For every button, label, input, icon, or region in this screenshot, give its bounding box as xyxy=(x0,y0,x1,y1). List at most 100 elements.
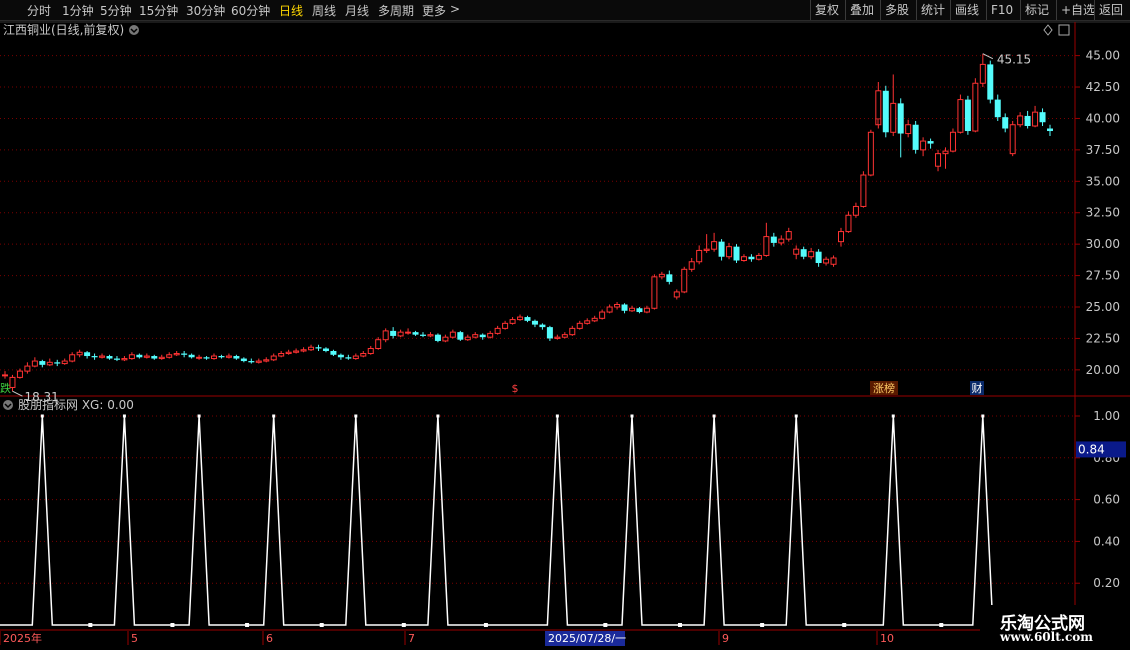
tool-button-0[interactable]: 复权 xyxy=(810,0,845,20)
candle-body xyxy=(345,357,352,359)
period-tab-3[interactable]: 15分钟 xyxy=(139,2,178,19)
price-tick-label: 27.50 xyxy=(1086,269,1120,283)
indicator-dropdown-icon[interactable] xyxy=(3,400,13,410)
indicator-line xyxy=(0,415,1075,626)
tool-button-8[interactable]: 返回 xyxy=(1094,0,1130,20)
candle-body xyxy=(740,256,747,261)
candle-body xyxy=(517,316,524,321)
candle-body xyxy=(375,339,382,349)
candle-body xyxy=(808,251,815,258)
period-tab-1[interactable]: 1分钟 xyxy=(62,2,94,19)
candle-body xyxy=(942,150,949,155)
tool-button-2[interactable]: 多股 xyxy=(880,0,916,20)
price-tick-label: 37.50 xyxy=(1086,143,1120,157)
tool-button-4[interactable]: 画线 xyxy=(950,0,986,20)
period-tab-6[interactable]: 日线 xyxy=(279,2,303,19)
spike-peak-dot xyxy=(122,414,126,418)
candle-body xyxy=(1024,115,1031,126)
watermark-line2: www.60lt.com xyxy=(1000,630,1093,644)
baseline-dot xyxy=(401,623,406,627)
candle-body xyxy=(352,355,359,360)
candle-body xyxy=(905,124,912,135)
indicator-tick-label: 0.20 xyxy=(1093,576,1120,590)
candle-body xyxy=(300,349,307,352)
candle-body xyxy=(711,241,718,250)
period-tab-10[interactable]: 更多 xyxy=(422,2,446,19)
candle-body xyxy=(420,334,426,336)
candle-body xyxy=(949,131,956,152)
indicator-tick-label: 1.00 xyxy=(1093,409,1120,423)
marker-cai: 财 xyxy=(972,381,983,395)
candle-body xyxy=(793,248,800,255)
candle-body xyxy=(673,291,680,298)
candle-body xyxy=(890,102,897,133)
period-tab-0[interactable]: 分时 xyxy=(27,2,51,19)
period-tab-4[interactable]: 30分钟 xyxy=(186,2,225,19)
title-dropdown-icon[interactable] xyxy=(129,25,139,35)
period-tab-5[interactable]: 60分钟 xyxy=(231,2,270,19)
window-icon[interactable] xyxy=(1058,24,1070,36)
candle-body xyxy=(972,82,979,132)
diamond-icon[interactable] xyxy=(1043,24,1053,36)
stock-chart[interactable]: 45.00 42.50 40.00 37.50 35.00 32.50 30.00 27.50… xyxy=(0,0,1130,650)
candle-body xyxy=(203,357,210,359)
indicator-tick-label: 0.40 xyxy=(1093,534,1120,548)
candle-body xyxy=(472,334,479,338)
candle-body xyxy=(390,330,397,336)
candle-body xyxy=(1039,112,1046,123)
tool-button-6[interactable]: 标记 xyxy=(1020,0,1056,20)
candle-body xyxy=(845,214,852,233)
crosshair-date-label: 2025/07/28/一 xyxy=(548,632,626,645)
candle-body xyxy=(957,99,964,133)
tool-button-3[interactable]: 统计 xyxy=(916,0,950,20)
candle-body xyxy=(427,334,434,337)
candle-body xyxy=(569,327,576,336)
candle-body xyxy=(293,350,300,353)
candle-body xyxy=(360,353,367,357)
period-tab-2[interactable]: 5分钟 xyxy=(100,2,132,19)
candle-body xyxy=(994,99,1001,118)
more-arrow-icon[interactable]: > xyxy=(450,2,460,16)
candle-body xyxy=(860,174,867,207)
tool-button-1[interactable]: 叠加 xyxy=(845,0,880,20)
price-tick-label: 45.00 xyxy=(1086,49,1120,63)
candle-body xyxy=(1032,111,1039,127)
baseline-dot xyxy=(245,623,250,627)
candle-body xyxy=(964,99,971,132)
price-tick-label: 22.50 xyxy=(1086,331,1120,345)
spike-peak-dot xyxy=(197,414,201,418)
candle-body xyxy=(800,249,807,257)
min-price-label: 18.31 xyxy=(24,390,58,404)
candle-body xyxy=(76,351,83,356)
candle-body xyxy=(979,63,986,84)
candle-body xyxy=(330,351,337,355)
candle-body xyxy=(151,356,158,359)
time-axis-label: 9 xyxy=(722,632,729,645)
candle-body xyxy=(770,236,777,243)
candle-body xyxy=(733,246,740,261)
tool-button-5[interactable]: F10 xyxy=(986,0,1020,20)
tool-button-7[interactable]: +自选 xyxy=(1056,0,1095,20)
candle-body xyxy=(584,320,591,324)
max-price-label: 45.15 xyxy=(997,53,1031,67)
spike-peak-dot xyxy=(891,414,895,418)
toolbar: 分时 1分钟 5分钟 15分钟 30分钟 60分钟 日线 周线 月线 多周期 更多 > 复权 叠加 多股 统计… xyxy=(0,0,1130,21)
candle-body xyxy=(457,332,464,340)
candle-body xyxy=(16,370,23,378)
candle-body xyxy=(1002,117,1009,129)
candle-body xyxy=(464,336,471,341)
candle-body xyxy=(233,356,240,359)
candle-body xyxy=(852,205,859,216)
candle-body xyxy=(554,336,561,339)
candle-body xyxy=(337,354,344,358)
max-pointer-icon xyxy=(982,53,994,60)
period-tab-8[interactable]: 月线 xyxy=(345,2,369,19)
candle-body xyxy=(494,327,501,334)
candle-body xyxy=(218,356,225,358)
baseline-dot xyxy=(939,623,944,627)
period-tab-9[interactable]: 多周期 xyxy=(378,2,414,19)
period-tab-7[interactable]: 周线 xyxy=(312,2,336,19)
candle-body xyxy=(248,361,255,363)
candle-body xyxy=(54,362,61,364)
min-pointer-icon xyxy=(12,390,23,397)
